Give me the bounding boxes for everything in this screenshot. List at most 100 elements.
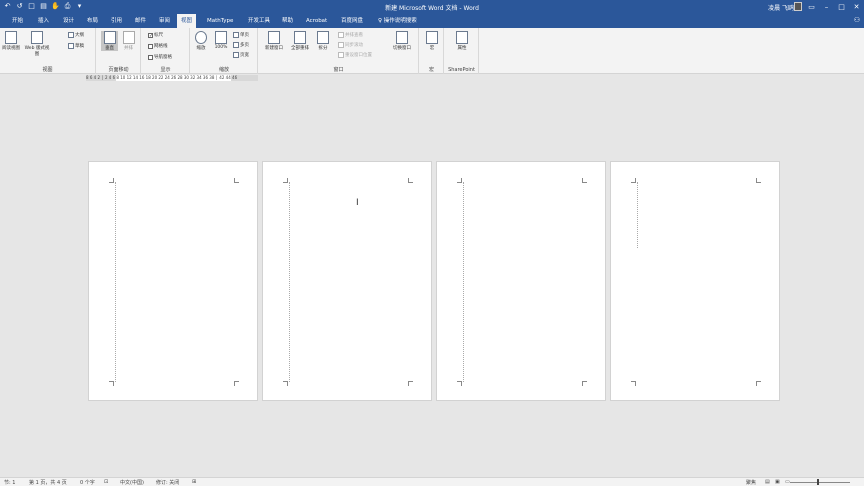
sync-scroll-button[interactable]: 同步滚动 xyxy=(338,42,363,48)
text-boundary xyxy=(289,182,290,382)
nav-pane-checkbox[interactable]: 导航窗格 xyxy=(148,54,172,60)
share-icon[interactable]: ⚇ xyxy=(854,16,860,24)
document-page-2[interactable] xyxy=(262,161,432,401)
vertical-icon xyxy=(103,31,116,44)
side-by-side-button[interactable]: 并排查看 xyxy=(338,32,363,38)
show-group: ✓ 标尺 网格线 导航窗格 显示 xyxy=(142,28,190,74)
tab-mailings[interactable]: 邮件 xyxy=(131,14,150,28)
ruler-checkbox[interactable]: ✓ 标尺 xyxy=(148,32,163,38)
crop-mark xyxy=(234,381,239,386)
horizontal-ruler[interactable]: 8 6 4 2 │ 2 4 6 8 10 12 14 16 18 20 22 2… xyxy=(86,75,258,81)
crop-mark xyxy=(109,178,114,183)
language-indicator[interactable]: 中文(中国) xyxy=(120,479,144,486)
crop-mark xyxy=(756,381,761,386)
page-indicator[interactable]: 第 1 页，共 4 页 xyxy=(29,479,67,486)
split-icon xyxy=(317,31,329,44)
zoom-slider-thumb[interactable] xyxy=(817,479,819,485)
proofing-icon[interactable]: ⊡ xyxy=(104,479,108,485)
document-page-3[interactable] xyxy=(436,161,606,401)
text-boundary xyxy=(115,182,116,382)
reset-window-button[interactable]: 重设窗口位置 xyxy=(338,52,372,58)
window-title: 新建 Microsoft Word 文档 - Word xyxy=(385,5,479,12)
magnifier-icon xyxy=(195,31,207,44)
avatar[interactable] xyxy=(794,2,802,11)
properties-button[interactable]: 属性 xyxy=(452,31,472,51)
close-button[interactable]: ✕ xyxy=(849,0,864,14)
arrange-all-icon xyxy=(294,31,306,44)
crop-mark xyxy=(756,178,761,183)
page-width-button[interactable]: 页宽 xyxy=(233,52,249,58)
status-bar: 节: 1 第 1 页，共 4 页 0 个字 ⊡ 中文(中国) 修订: 关闭 ⊞ … xyxy=(0,477,864,486)
properties-icon xyxy=(456,31,468,44)
ribbon-tabs: 开始 插入 设计 布局 引用 邮件 审阅 视图 MathType 开发工具 帮助… xyxy=(0,14,864,28)
tab-insert[interactable]: 插入 xyxy=(34,14,53,28)
section-indicator[interactable]: 节: 1 xyxy=(4,479,15,486)
views-group: 阅读视图 Web 版式视图 大纲 草稿 视图 xyxy=(0,28,96,74)
macros-group: 宏 宏 xyxy=(420,28,444,74)
text-boundary xyxy=(637,182,638,248)
ribbon-display-options-icon[interactable]: ▭ xyxy=(804,0,819,14)
zoom-100-icon xyxy=(215,31,227,44)
document-page-1[interactable] xyxy=(88,161,258,401)
tab-home[interactable]: 开始 xyxy=(8,14,27,28)
tab-layout[interactable]: 布局 xyxy=(83,14,102,28)
outline-icon xyxy=(68,32,74,38)
word-count[interactable]: 0 个字 xyxy=(80,479,95,486)
side-to-side-button[interactable]: 并排 xyxy=(120,31,137,51)
macros-button[interactable]: 宏 xyxy=(422,31,442,51)
crop-mark xyxy=(631,381,636,386)
tab-design[interactable]: 设计 xyxy=(59,14,78,28)
one-page-icon xyxy=(233,32,239,38)
minimize-button[interactable]: – xyxy=(819,0,834,14)
tell-me-search[interactable]: ♀ 操作说明搜索 xyxy=(374,14,421,28)
side-to-side-icon xyxy=(122,31,135,44)
macros-icon xyxy=(426,31,438,44)
accessibility-icon[interactable]: ⊞ xyxy=(192,479,196,485)
multiple-pages-button[interactable]: 多页 xyxy=(233,42,249,48)
user-name[interactable]: 凌晨 飞鸥 xyxy=(768,3,794,12)
switch-window-button[interactable]: 切换窗口 xyxy=(389,31,415,51)
outline-button[interactable]: 大纲 xyxy=(68,32,84,38)
tab-help[interactable]: 帮助 xyxy=(278,14,297,28)
read-mode-icon[interactable]: ▤ xyxy=(765,479,770,485)
crop-mark xyxy=(283,178,288,183)
document-page-4[interactable] xyxy=(610,161,780,401)
tab-view[interactable]: 视图 xyxy=(177,14,197,28)
new-window-button[interactable]: 新建窗口 xyxy=(262,31,286,51)
title-bar: ↶ ↺ □ ▤ ✋ ⎙ ▾ 新建 Microsoft Word 文档 - Wor… xyxy=(0,0,864,14)
draft-button[interactable]: 草稿 xyxy=(68,43,84,49)
vertical-button[interactable]: 垂直 xyxy=(101,31,118,51)
zoom-100-button[interactable]: 100% xyxy=(211,31,231,50)
i-beam-cursor-icon: I xyxy=(356,198,359,208)
zoom-slider[interactable] xyxy=(790,482,850,483)
reset-window-icon xyxy=(338,52,344,58)
crop-mark xyxy=(457,178,462,183)
zoom-group: 缩放 100% 单页 多页 页宽 缩放 xyxy=(191,28,258,74)
focus-mode-button[interactable]: 聚焦 xyxy=(746,479,756,486)
gridlines-checkbox[interactable]: 网格线 xyxy=(148,43,168,49)
web-layout-button[interactable]: Web 版式视图 xyxy=(24,31,50,57)
sync-scroll-icon xyxy=(338,42,344,48)
crop-mark xyxy=(408,381,413,386)
print-layout-icon[interactable]: ▣ xyxy=(775,479,780,485)
tab-references[interactable]: 引用 xyxy=(107,14,126,28)
one-page-button[interactable]: 单页 xyxy=(233,32,249,38)
zoom-button[interactable]: 缩放 xyxy=(192,31,210,51)
tab-review[interactable]: 审阅 xyxy=(155,14,174,28)
maximize-button[interactable]: □ xyxy=(834,0,849,14)
crop-mark xyxy=(582,381,587,386)
tab-baidu-netdisk[interactable]: 百度网盘 xyxy=(337,14,367,28)
sharepoint-group: 属性 SharePoint xyxy=(445,28,479,74)
switch-window-icon xyxy=(396,31,408,44)
crop-mark xyxy=(283,381,288,386)
split-button[interactable]: 拆分 xyxy=(314,31,332,51)
crop-mark xyxy=(109,381,114,386)
draft-icon xyxy=(68,43,74,49)
arrange-all-button[interactable]: 全部重排 xyxy=(288,31,312,51)
crop-mark xyxy=(582,178,587,183)
track-changes-indicator[interactable]: 修订: 关闭 xyxy=(156,479,179,486)
tab-developer[interactable]: 开发工具 xyxy=(244,14,274,28)
tab-acrobat[interactable]: Acrobat xyxy=(302,14,331,28)
tab-mathtype[interactable]: MathType xyxy=(203,14,237,28)
crop-mark xyxy=(457,381,462,386)
